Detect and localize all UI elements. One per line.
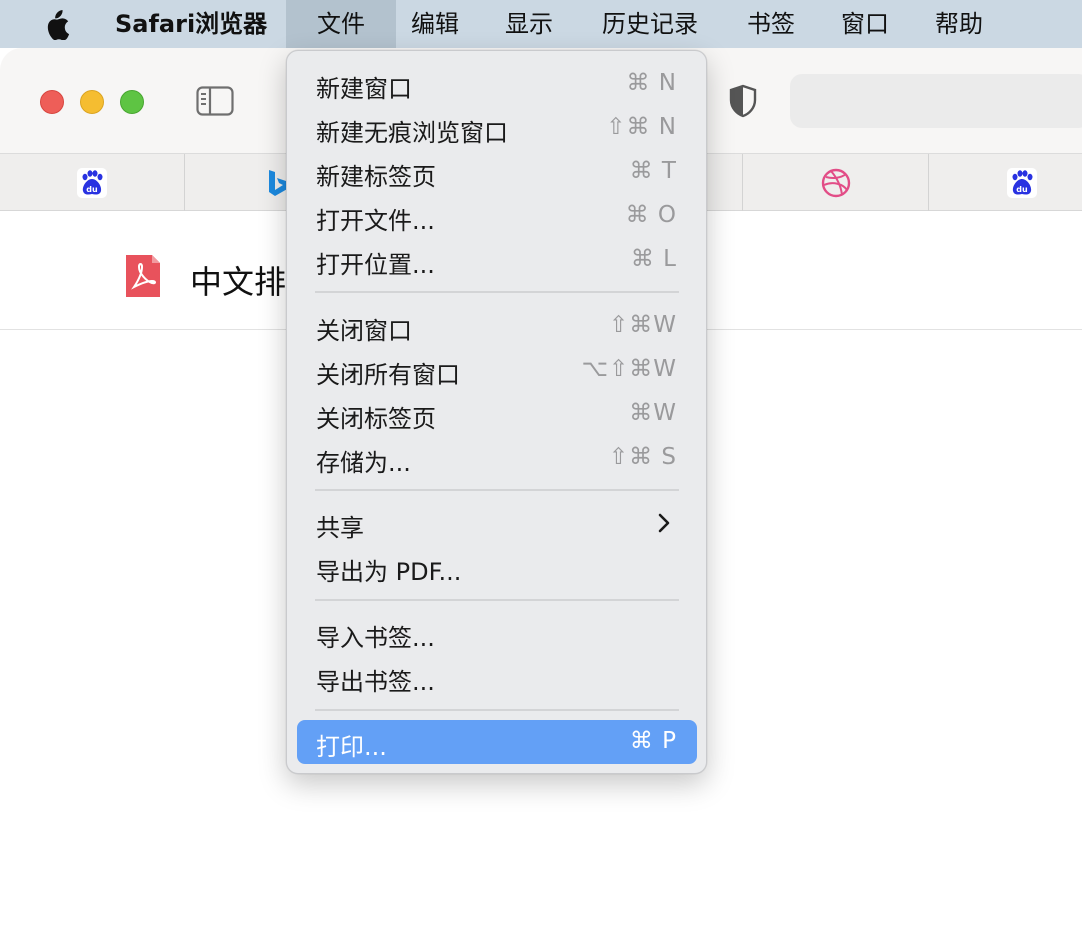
favorite-dribbble[interactable] bbox=[743, 154, 929, 211]
menu-item-open-file[interactable]: 打开文件... ⌘ O bbox=[297, 194, 697, 238]
menu-item-new-window[interactable]: 新建窗口 ⌘ N bbox=[297, 62, 697, 106]
sidebar-toggle-icon[interactable] bbox=[196, 86, 234, 116]
zoom-window-button[interactable] bbox=[120, 90, 144, 114]
menu-item-new-private-window[interactable]: 新建无痕浏览窗口 ⇧⌘ N bbox=[297, 106, 697, 150]
menu-item-label: 关闭所有窗口 bbox=[316, 361, 460, 389]
menu-item-shortcut: ⇧⌘ S bbox=[608, 444, 677, 470]
menu-view[interactable]: 显示 bbox=[490, 0, 568, 48]
svg-text:du: du bbox=[1016, 185, 1028, 194]
menu-item-new-tab[interactable]: 新建标签页 ⌘ T bbox=[297, 150, 697, 194]
menu-item-label: 打开位置... bbox=[316, 251, 435, 279]
menu-item-shortcut: ⌘ P bbox=[629, 728, 677, 754]
baidu-icon: du bbox=[1007, 168, 1037, 198]
menu-item-print[interactable]: 打印... ⌘ P bbox=[297, 720, 697, 764]
favorite-baidu[interactable]: du bbox=[0, 154, 185, 211]
menu-separator bbox=[315, 709, 679, 711]
menu-item-close-all-windows[interactable]: 关闭所有窗口 ⌥⇧⌘W bbox=[297, 348, 697, 392]
menu-bar: Safari浏览器 文件 编辑 显示 历史记录 书签 窗口 帮助 bbox=[0, 0, 1082, 48]
menu-item-label: 新建标签页 bbox=[316, 163, 436, 191]
file-menu-dropdown: 新建窗口 ⌘ N 新建无痕浏览窗口 ⇧⌘ N 新建标签页 ⌘ T 打开文件...… bbox=[286, 50, 707, 774]
privacy-shield-icon[interactable] bbox=[728, 84, 758, 118]
menu-item-open-location[interactable]: 打开位置... ⌘ L bbox=[297, 238, 697, 282]
close-window-button[interactable] bbox=[40, 90, 64, 114]
menu-item-shortcut: ⇧⌘ N bbox=[606, 114, 677, 140]
menu-item-shortcut: ⌘ T bbox=[629, 158, 677, 184]
menu-item-label: 导出为 PDF... bbox=[316, 558, 462, 586]
pdf-file-icon bbox=[126, 255, 160, 297]
menu-item-export-bookmarks[interactable]: 导出书签... bbox=[297, 655, 697, 699]
menu-item-shortcut: ⌥⇧⌘W bbox=[581, 356, 677, 382]
menu-item-close-window[interactable]: 关闭窗口 ⇧⌘W bbox=[297, 304, 697, 348]
menu-help[interactable]: 帮助 bbox=[920, 0, 998, 48]
menu-file[interactable]: 文件 bbox=[286, 0, 396, 48]
menu-item-share[interactable]: 共享 bbox=[297, 501, 697, 545]
menu-item-shortcut: ⇧⌘W bbox=[608, 312, 677, 338]
menu-item-label: 打印... bbox=[316, 733, 387, 761]
menu-separator bbox=[315, 489, 679, 491]
favorite-baidu-2[interactable]: du bbox=[929, 154, 1082, 211]
menu-item-shortcut: ⌘ N bbox=[626, 70, 677, 96]
menu-item-label: 打开文件... bbox=[316, 207, 435, 235]
menu-item-label: 导入书签... bbox=[316, 624, 435, 652]
menu-item-shortcut: ⌘W bbox=[629, 400, 677, 426]
menu-item-shortcut: ⌘ L bbox=[630, 246, 677, 272]
menu-item-label: 新建窗口 bbox=[316, 75, 412, 103]
document-title: 中文排 bbox=[190, 263, 287, 301]
dribbble-icon bbox=[821, 168, 851, 198]
menu-window[interactable]: 窗口 bbox=[826, 0, 904, 48]
baidu-icon: du bbox=[77, 168, 107, 198]
apple-icon[interactable] bbox=[42, 8, 72, 40]
menu-separator bbox=[315, 599, 679, 601]
menu-item-import-bookmarks[interactable]: 导入书签... bbox=[297, 611, 697, 655]
menu-item-close-tab[interactable]: 关闭标签页 ⌘W bbox=[297, 392, 697, 436]
menu-item-label: 关闭标签页 bbox=[316, 405, 436, 433]
menu-item-shortcut: ⌘ O bbox=[625, 202, 677, 228]
menu-item-label: 关闭窗口 bbox=[316, 317, 412, 345]
address-bar[interactable] bbox=[790, 74, 1082, 128]
minimize-window-button[interactable] bbox=[80, 90, 104, 114]
menu-item-label: 共享 bbox=[316, 514, 364, 542]
menu-item-label: 新建无痕浏览窗口 bbox=[316, 119, 508, 147]
menu-item-label: 导出书签... bbox=[316, 668, 435, 696]
menu-bookmarks[interactable]: 书签 bbox=[732, 0, 810, 48]
menu-history[interactable]: 历史记录 bbox=[588, 0, 712, 48]
menu-separator bbox=[315, 291, 679, 293]
menu-item-label: 存储为... bbox=[316, 449, 411, 477]
menu-app-name[interactable]: Safari浏览器 bbox=[115, 0, 267, 48]
menu-item-save-as[interactable]: 存储为... ⇧⌘ S bbox=[297, 436, 697, 480]
menu-item-export-pdf[interactable]: 导出为 PDF... bbox=[297, 545, 697, 589]
menu-edit[interactable]: 编辑 bbox=[396, 0, 474, 48]
chevron-right-icon bbox=[658, 513, 670, 533]
screen: du du 中文排 Safari浏览器 文件 编辑 显示 历史记录 书签 窗口 … bbox=[0, 0, 1082, 943]
svg-text:du: du bbox=[86, 185, 98, 194]
